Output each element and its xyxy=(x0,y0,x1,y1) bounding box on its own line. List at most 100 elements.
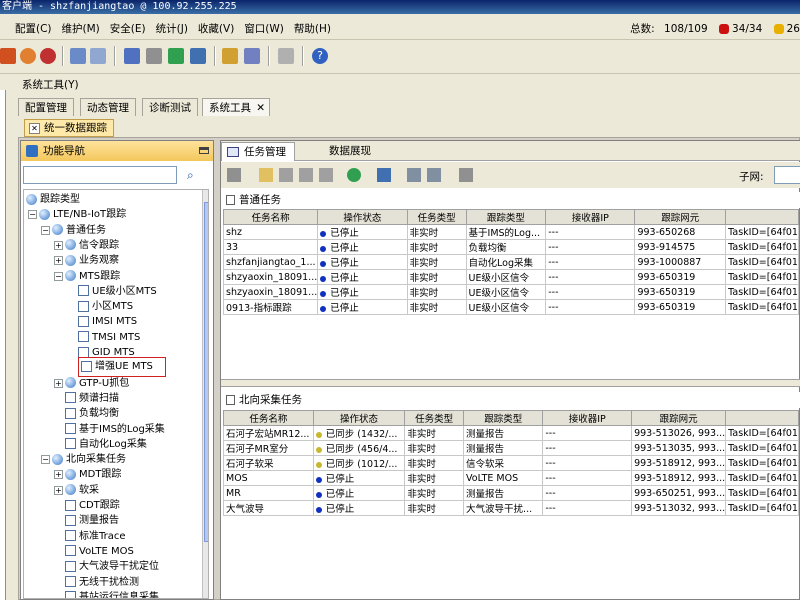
tools-icon[interactable] xyxy=(146,48,162,64)
yellow-alarm-icon[interactable] xyxy=(773,24,784,34)
red-alarm-count[interactable]: 34/34 xyxy=(732,23,762,35)
column-header[interactable]: 接收器IP xyxy=(545,209,636,225)
tree-node[interactable]: 软采 xyxy=(65,483,99,498)
tree-expander-icon[interactable]: − xyxy=(41,455,50,465)
column-header[interactable]: 接收器IP xyxy=(542,410,633,426)
gauge-icon[interactable] xyxy=(190,48,206,64)
tree-node[interactable]: 跟踪类型 xyxy=(26,192,80,207)
binoculars-icon[interactable]: ⌕ xyxy=(187,168,201,182)
sync-icon[interactable] xyxy=(347,168,361,182)
tree-node[interactable]: GTP-U抓包 xyxy=(65,376,129,391)
tree-node[interactable]: 标准Trace xyxy=(65,529,126,544)
column-header[interactable]: 任务名称 xyxy=(222,209,319,225)
tab-config-management[interactable]: 配置管理 xyxy=(18,98,74,116)
table-row[interactable]: shzfanjiangtao_1... 已停止 非实时 自动化Log采集 --- 993-… xyxy=(222,254,799,270)
column-header[interactable] xyxy=(725,209,799,225)
tab-diagnostic-test[interactable]: 诊断测试 xyxy=(142,98,198,116)
tree-node[interactable]: 大气波导干扰定位 xyxy=(65,559,159,574)
tree-node[interactable]: UE级小区MTS xyxy=(78,284,157,299)
menu-statistics[interactable]: 统计(J) xyxy=(151,18,193,40)
tree-node[interactable]: TMSI MTS xyxy=(78,330,140,345)
image-icon[interactable] xyxy=(168,48,184,64)
menu-maintain[interactable]: 维护(M) xyxy=(57,18,105,40)
tree-node[interactable]: MDT跟踪 xyxy=(65,467,121,482)
tree-node[interactable]: 测量报告 xyxy=(65,513,119,528)
panel-splitter[interactable] xyxy=(221,379,800,387)
table-row[interactable]: 大气波导 已停止 非实时 大气波导干扰... --- 993-513032, 993...… xyxy=(223,500,799,516)
tab-dynamic-management[interactable]: 动态管理 xyxy=(80,98,136,116)
lock-icon[interactable] xyxy=(222,48,238,64)
close-icon[interactable]: ✕ xyxy=(29,123,40,134)
yellow-alarm-count[interactable]: 26 xyxy=(787,23,800,35)
tree-scrollbar[interactable] xyxy=(202,190,208,598)
tree-expander-icon[interactable]: + xyxy=(54,240,63,250)
table-row[interactable]: 33 已停止 非实时 负载均衡 --- 993-914575 TaskID=[64f01 xyxy=(222,239,799,255)
column-header[interactable]: 任务类型 xyxy=(406,209,467,225)
tree-node[interactable]: 频谱扫描 xyxy=(65,391,119,406)
new-task-icon[interactable] xyxy=(259,168,273,182)
column-header[interactable]: 操作状态 xyxy=(312,410,406,426)
tree-node[interactable]: 业务观察 xyxy=(65,253,119,268)
menu-config[interactable]: 配置(C) xyxy=(10,18,57,40)
column-header[interactable]: 跟踪类型 xyxy=(465,209,547,225)
close-icon[interactable]: ✕ xyxy=(256,99,265,117)
subnet-select[interactable] xyxy=(774,166,800,184)
table-row[interactable]: shzyaoxin_18091... 已停止 非实时 UE级小区信令 --- 993-65… xyxy=(222,284,799,300)
play-icon[interactable] xyxy=(227,168,241,182)
table-row[interactable]: 石河子软采 已同步 (1012/... 非实时 信令软采 --- 993-518912, … xyxy=(223,455,799,471)
copy-icon[interactable] xyxy=(299,168,313,182)
tree-node[interactable]: IMSI MTS xyxy=(78,314,137,329)
tree-expander-icon[interactable]: − xyxy=(28,210,37,220)
tree-node[interactable]: LTE/NB-IoT跟踪 xyxy=(39,207,126,222)
system-tool-menu[interactable]: 系统工具(Y) xyxy=(22,79,79,91)
table-row[interactable]: 0913-指标跟踪 已停止 非实时 UE级小区信令 --- 993-650319 TaskI… xyxy=(222,299,799,315)
download-icon[interactable] xyxy=(377,168,391,182)
tree-expander-icon[interactable]: − xyxy=(54,271,63,281)
tree-node[interactable]: MTS跟踪 xyxy=(65,269,120,284)
tab-system-tool[interactable]: 系统工具 ✕ xyxy=(202,98,270,116)
user-manage-icon[interactable] xyxy=(244,48,260,64)
export-icon[interactable] xyxy=(427,168,441,182)
tree-node[interactable]: 基于IMS的Log采集 xyxy=(65,422,165,437)
table-row[interactable]: MR 已停止 非实时 测量报告 --- 993-650251, 993... TaskID=… xyxy=(223,485,799,501)
tab-data-display[interactable]: 数据展现 xyxy=(317,142,379,161)
tree-node[interactable]: VoLTE MOS xyxy=(65,544,134,559)
help-icon[interactable]: ? xyxy=(312,48,328,64)
document-icon[interactable] xyxy=(124,48,140,64)
tab-unified-trace[interactable]: ✕ 统一数据跟踪 xyxy=(24,119,114,137)
column-header[interactable]: 任务类型 xyxy=(404,410,465,426)
window-icon[interactable] xyxy=(70,48,86,64)
wrench-icon[interactable] xyxy=(459,168,473,182)
table-row[interactable]: 石河子MR室分 已同步 (456/4... 非实时 测量报告 --- 993-513035… xyxy=(223,440,799,456)
table-row[interactable]: shzyaoxin_18091... 已停止 非实时 UE级小区信令 --- 993-65… xyxy=(222,269,799,285)
tree-node[interactable]: 小区MTS xyxy=(78,299,133,314)
import-icon[interactable] xyxy=(407,168,421,182)
menu-help[interactable]: 帮助(H) xyxy=(289,18,336,40)
menu-window[interactable]: 窗口(W) xyxy=(239,18,289,40)
tree-node[interactable]: 普通任务 xyxy=(52,223,106,238)
pin-icon[interactable] xyxy=(278,48,294,64)
tree-node[interactable]: 自动化Log采集 xyxy=(65,437,147,452)
tree-scrollbar-thumb[interactable] xyxy=(204,202,208,542)
tree-expander-icon[interactable]: − xyxy=(41,225,50,235)
connect-icon[interactable] xyxy=(0,48,16,64)
tree-node[interactable]: 基站运行信息采集 xyxy=(65,590,159,598)
tree-expander-icon[interactable]: + xyxy=(54,378,63,388)
tree-node[interactable]: CDT跟踪 xyxy=(65,498,120,513)
column-header[interactable]: 操作状态 xyxy=(317,209,408,225)
tab-task-management[interactable]: 任务管理 xyxy=(221,142,295,161)
column-header[interactable]: 跟踪网元 xyxy=(634,209,727,225)
red-alarm-icon[interactable] xyxy=(719,24,730,34)
user-icon[interactable] xyxy=(20,48,36,64)
table-row[interactable]: MOS 已停止 非实时 VoLTE MOS --- 993-518912, 993... T… xyxy=(223,470,799,486)
edit-icon[interactable] xyxy=(279,168,293,182)
tree-expander-icon[interactable]: + xyxy=(54,485,63,495)
tree-node[interactable]: 北向采集任务 xyxy=(52,452,126,467)
nav-search-input[interactable] xyxy=(23,166,177,184)
tree-expander-icon[interactable]: + xyxy=(54,470,63,480)
table-row[interactable]: shz 已停止 非实时 基于IMS的Log... --- 993-650268 TaskID… xyxy=(222,224,799,240)
column-header[interactable] xyxy=(725,410,799,426)
tree-node[interactable]: 负载均衡 xyxy=(65,406,119,421)
column-header[interactable]: 任务名称 xyxy=(223,410,314,426)
table-row[interactable]: 石河子宏站MR12... 已同步 (1432/... 非实时 测量报告 --- 993-5… xyxy=(223,425,799,441)
